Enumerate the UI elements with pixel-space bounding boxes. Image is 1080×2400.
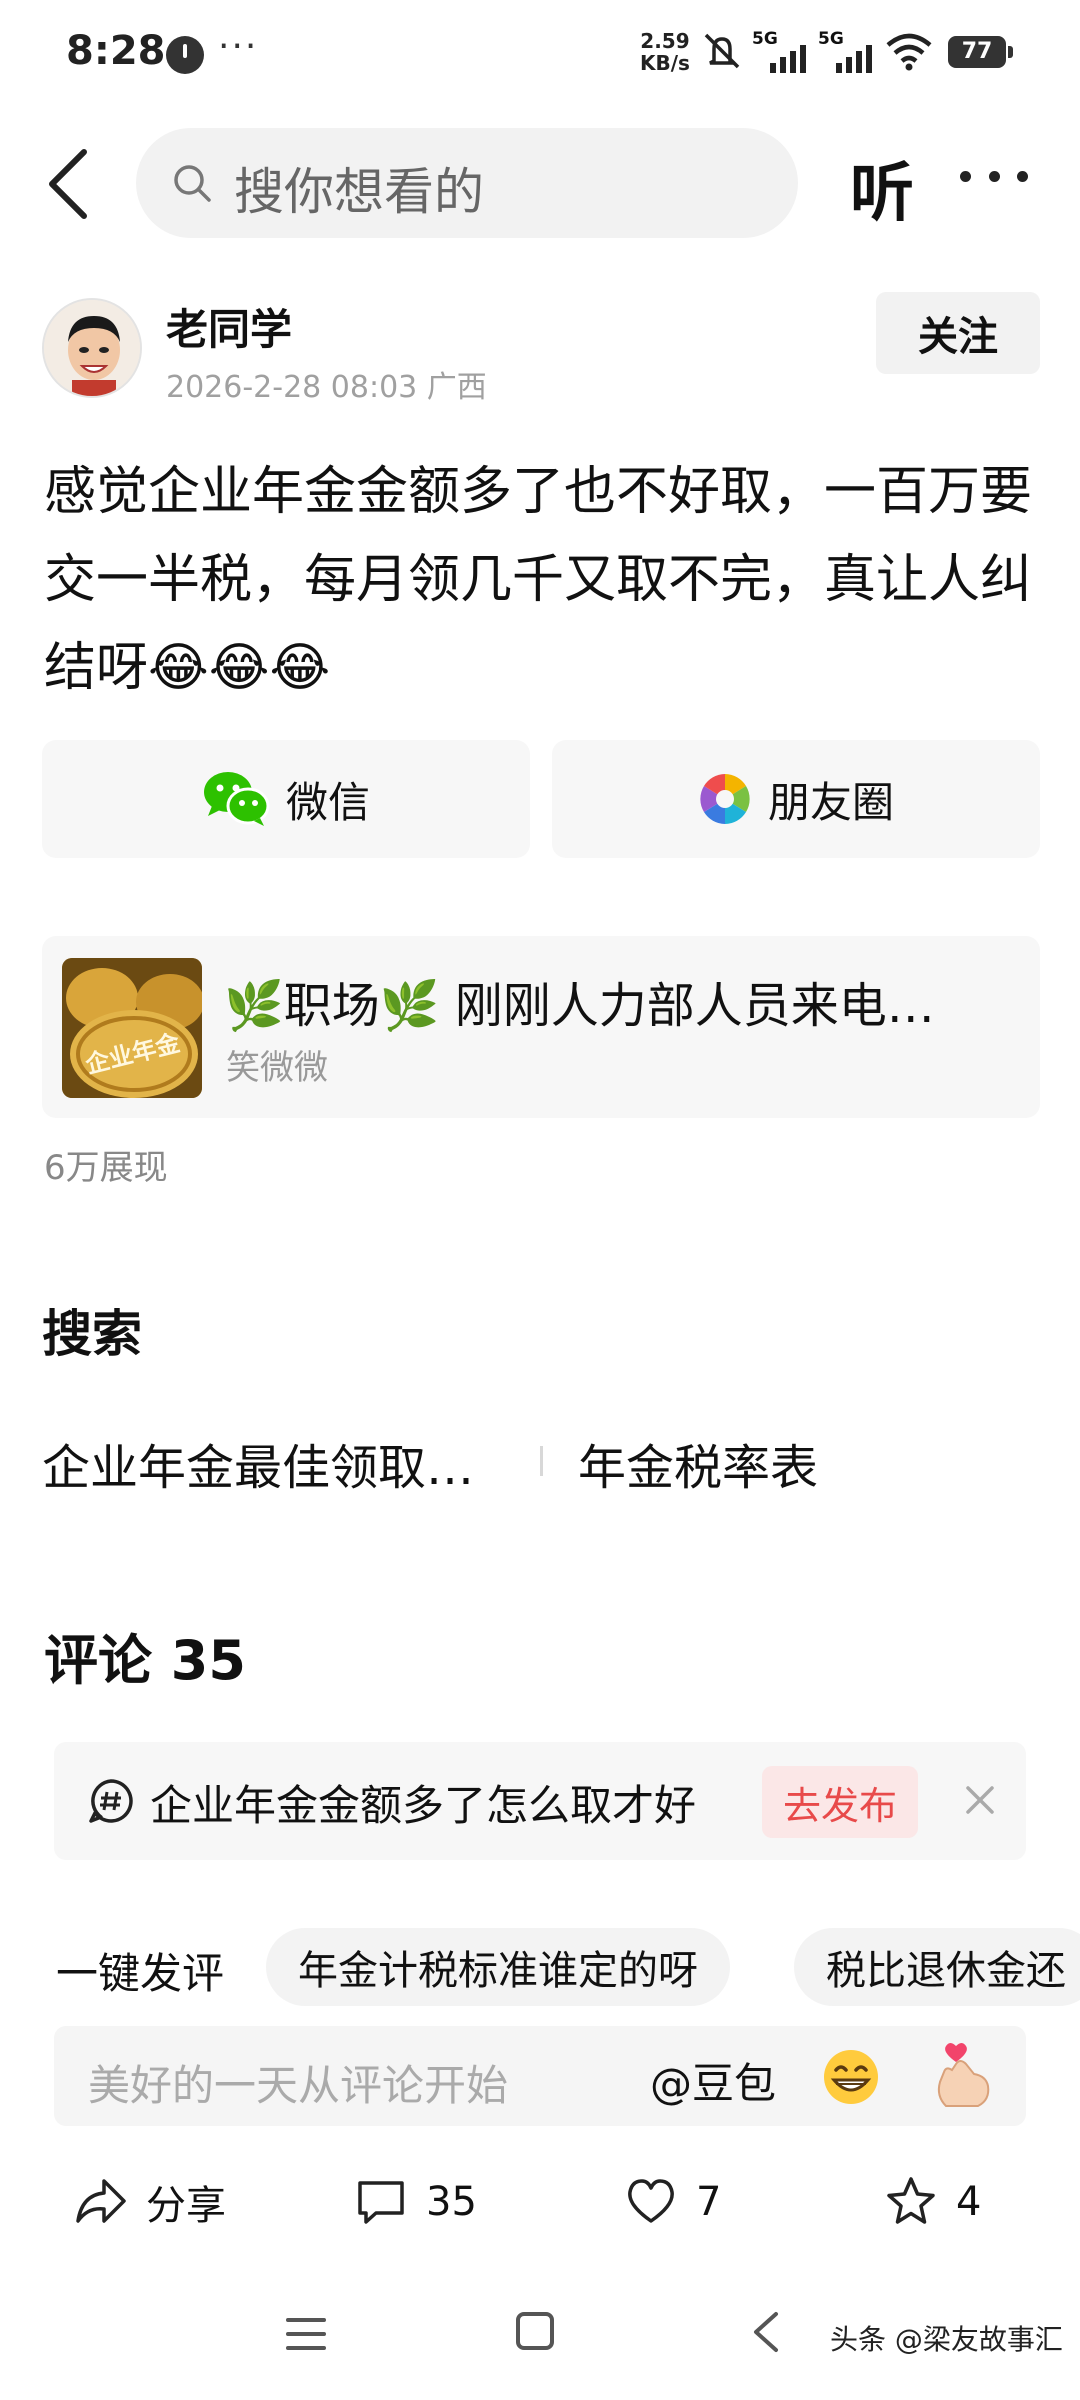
network-speed-value: 2.59 [640,29,690,53]
share-wechat-label: 微信 [285,777,370,827]
linked-article-card[interactable]: 企业年金 🌿职场🌿 刚刚人力部人员来电… 笑微微 [42,936,1040,1118]
comments-heading: 评论 35 [44,1629,246,1692]
clock-icon [166,36,204,74]
status-time: 8:28 [66,28,166,74]
dot-icon [1017,170,1028,182]
search-section-heading: 搜索 [42,1305,142,1363]
article-title: 🌿职场🌿 刚刚人力部人员来电… [224,978,935,1034]
quick-comment-chip[interactable]: 年金计税标准谁定的呀 [266,1928,730,2006]
follow-button[interactable]: 关注 [876,292,1040,374]
listen-button[interactable]: 听 [850,142,914,234]
mute-icon [704,33,740,69]
network-speed-unit: KB/s [640,51,690,75]
dot-icon [960,170,971,182]
article-author: 笑微微 [226,1048,328,1088]
comment-input[interactable]: 美好的一天从评论开始 @豆包 [54,2026,1026,2126]
share-moments-button[interactable]: 朋友圈 [552,740,1040,858]
quick-comment-label: 一键发评 [56,1949,225,1998]
home-square-icon[interactable] [514,2310,556,2352]
signal-1: 5G [752,29,810,73]
favorite-action[interactable]: 4 [884,2172,981,2232]
share-wechat-button[interactable]: 微信 [42,740,530,858]
like-count: 7 [696,2179,722,2225]
wifi-icon [886,33,932,71]
heart-icon [628,2179,674,2223]
star-icon [887,2177,935,2224]
battery-indicator: 77 [948,36,1013,68]
status-more-dots: ··· [218,26,259,67]
topic-prompt-text: 企业年金金额多了怎么取才好 [150,1781,697,1830]
avatar-image [44,300,140,396]
post-body: 感觉企业年金金额多了也不好取，一百万要交一半税，每月领几千又取不完，真让人纠结呀… [44,462,1033,698]
search-suggestion[interactable]: 年金税率表 [578,1428,818,1498]
nav-back-icon[interactable] [748,2308,784,2356]
search-icon [174,165,211,202]
close-icon[interactable] [958,1778,1002,1822]
topic-prompt-card[interactable]: 企业年金金额多了怎么取才好 去发布 [54,1742,1026,1860]
avatar[interactable] [42,298,142,398]
author-name[interactable]: 老同学 [166,296,292,357]
favorite-count: 4 [956,2179,982,2225]
share-moments-label: 朋友圈 [767,777,894,827]
search-placeholder: 搜你想看的 [234,163,484,221]
comment-action[interactable]: 35 [354,2172,477,2232]
chevron-left-icon [49,149,87,219]
back-button[interactable] [44,146,94,222]
watermark: 头条 @梁友故事汇 [830,2323,1063,2356]
search-suggestion[interactable]: 企业年金最佳领取… [42,1428,494,1498]
impressions-count: 6万展现 [44,1148,168,1188]
quick-comment-chip[interactable]: 税比退休金还 [794,1928,1080,2006]
post-meta: 2026-2-28 08:03 广西 [166,370,487,405]
divider [540,1446,543,1476]
network-speed: 2.59 KB/s [640,30,690,74]
article-thumbnail: 企业年金 [62,958,202,1098]
moments-icon [700,774,750,824]
share-icon [76,2179,126,2223]
wechat-icon [203,772,270,826]
signal-2: 5G [818,29,876,73]
share-action[interactable]: 分享 [74,2172,226,2232]
status-icons: 5G 5G [700,28,934,74]
comment-count: 35 [426,2179,477,2225]
menu-icon[interactable] [284,2314,328,2354]
share-label: 分享 [146,2183,226,2229]
finger-heart-icon[interactable] [934,2042,994,2108]
search-input[interactable]: 搜你想看的 [136,128,798,238]
quick-comment-row: 一键发评 年金计税标准谁定的呀 税比退休金还 [0,1928,1080,2008]
signal-bars-icon [770,45,806,73]
topic-hashtag-icon [89,1779,133,1823]
signal-bars-icon [836,45,872,73]
grin-emoji-icon[interactable] [822,2048,880,2106]
mention-doubao-button[interactable]: @豆包 [650,2050,776,2111]
like-action[interactable]: 7 [624,2172,721,2232]
publish-button[interactable]: 去发布 [762,1766,918,1838]
more-options-button[interactable] [960,166,1028,186]
dot-icon [988,170,1000,182]
comment-icon [358,2181,404,2224]
comment-placeholder: 美好的一天从评论开始 [88,2061,509,2110]
